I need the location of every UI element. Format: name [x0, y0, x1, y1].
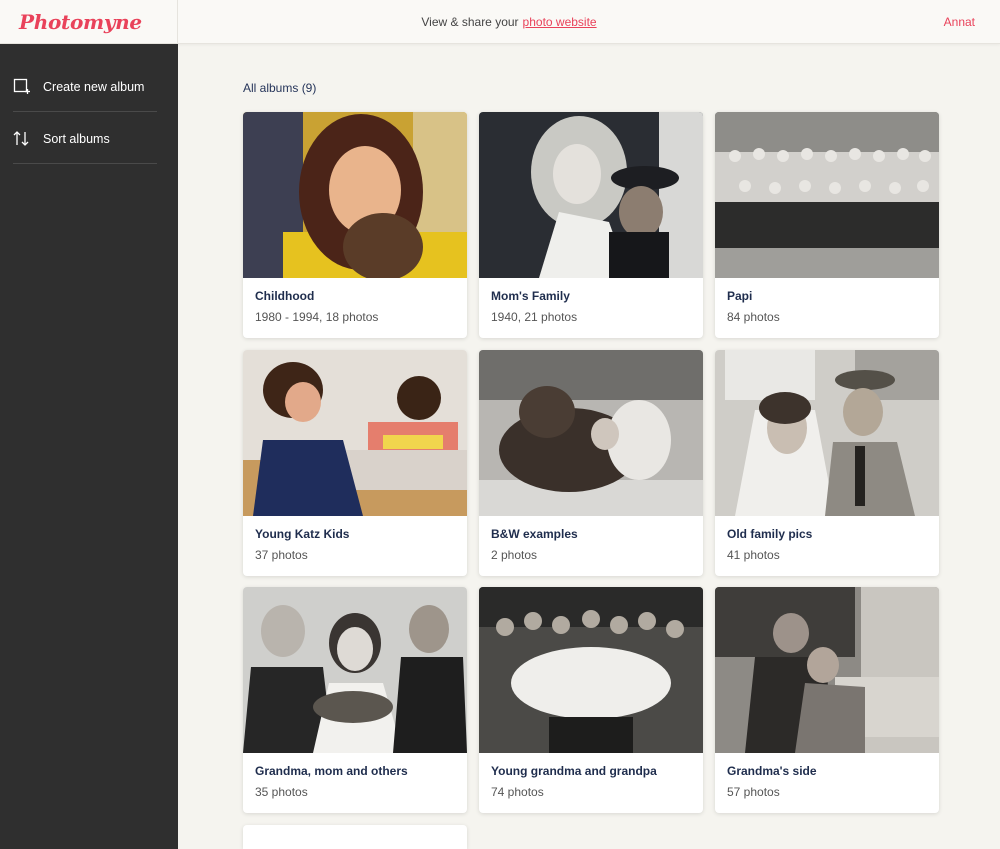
sidebar-item-sort-albums[interactable]: Sort albums [13, 114, 157, 164]
album-cover-image [715, 587, 939, 753]
album-title: Grandma, mom and others [255, 764, 408, 778]
website-prompt-text: View & share your [421, 15, 519, 29]
album-subtitle: 37 photos [255, 548, 308, 562]
album-title: Young Katz Kids [255, 527, 350, 541]
album-cover-image [243, 350, 467, 516]
album-card-partial[interactable] [243, 825, 467, 849]
photo-website-link[interactable]: photo website [523, 15, 597, 29]
album-title: Papi [727, 289, 753, 303]
album-cover-image [243, 112, 467, 278]
album-title: Mom's Family [491, 289, 570, 303]
album-title: Old family pics [727, 527, 813, 541]
sidebar-item-label: Sort albums [43, 131, 110, 146]
album-cover-image [479, 350, 703, 516]
sidebar: Create new album Sort albums [0, 44, 178, 849]
page-title: All albums (9) [243, 81, 317, 95]
album-card-bw-examples[interactable]: B&W examples 2 photos [479, 350, 703, 576]
album-card-moms-family[interactable]: Mom's Family 1940, 21 photos [479, 112, 703, 338]
top-bar: Photomyne View & share your photo websit… [0, 0, 1000, 44]
album-card-old-family-pics[interactable]: Old family pics 41 photos [715, 350, 939, 576]
album-subtitle: 84 photos [727, 310, 780, 324]
album-card-grandma-mom-and-others[interactable]: Grandma, mom and others 35 photos [243, 587, 467, 813]
user-menu[interactable]: Annat [944, 0, 975, 44]
album-card-papi[interactable]: Papi 84 photos [715, 112, 939, 338]
create-album-icon [13, 78, 43, 95]
album-subtitle: 35 photos [255, 785, 308, 799]
album-cover-image [479, 587, 703, 753]
album-card-young-katz-kids[interactable]: Young Katz Kids 37 photos [243, 350, 467, 576]
album-subtitle: 2 photos [491, 548, 538, 562]
sidebar-item-create-album[interactable]: Create new album [13, 62, 157, 112]
album-title: Young grandma and grandpa [491, 764, 657, 778]
album-title: Grandma's side [727, 764, 817, 778]
album-title: B&W examples [491, 527, 578, 541]
sidebar-item-label: Create new album [43, 79, 145, 94]
sort-icon [13, 131, 43, 146]
album-card-childhood[interactable]: Childhood 1980 - 1994, 18 photos [243, 112, 467, 338]
album-subtitle: 74 photos [491, 785, 544, 799]
website-prompt: View & share your photo website [178, 0, 840, 44]
album-cover-image [715, 112, 939, 278]
album-cover-image [479, 112, 703, 278]
album-card-grandmas-side[interactable]: Grandma's side 57 photos [715, 587, 939, 813]
album-title: Childhood [255, 289, 315, 303]
photomyne-logo[interactable]: Photomyne [19, 10, 142, 34]
album-card-young-grandma-and-grandpa[interactable]: Young grandma and grandpa 74 photos [479, 587, 703, 813]
logo-area[interactable]: Photomyne [0, 0, 178, 44]
album-subtitle: 57 photos [727, 785, 780, 799]
album-cover-image [715, 350, 939, 516]
album-cover-image [243, 587, 467, 753]
album-subtitle: 41 photos [727, 548, 780, 562]
album-subtitle: 1980 - 1994, 18 photos [255, 310, 379, 324]
album-subtitle: 1940, 21 photos [491, 310, 578, 324]
